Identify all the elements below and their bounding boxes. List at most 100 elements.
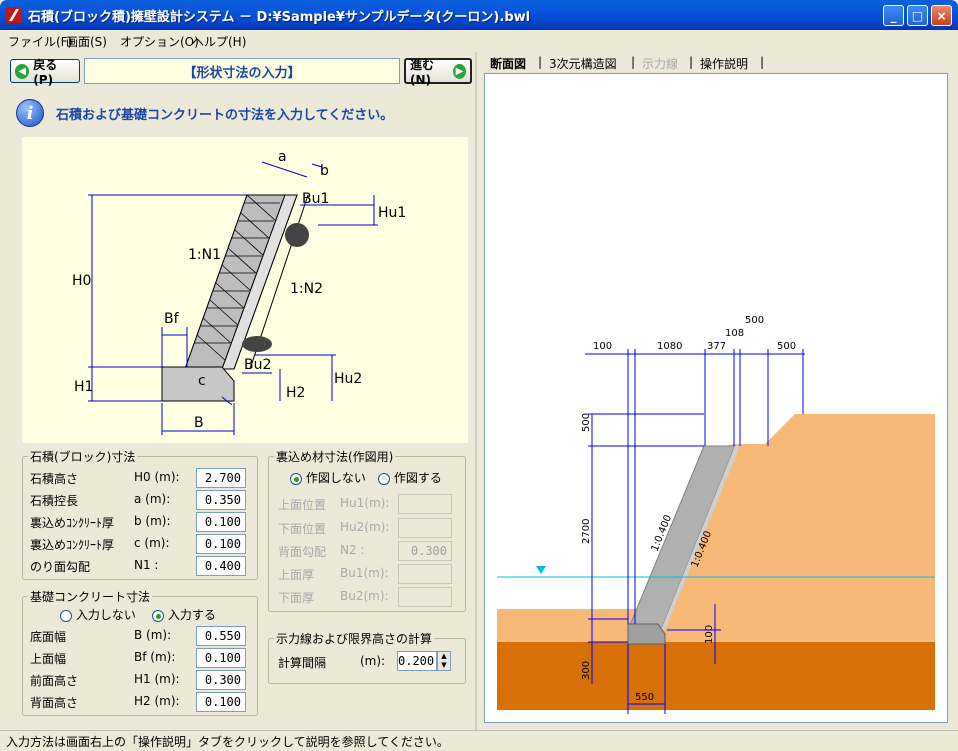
menu-file[interactable]: ファイル(F): [8, 33, 72, 50]
instruction-text: 石積および基礎コンクリートの寸法を入力してください。: [56, 108, 394, 123]
foundation-row-symbol: Bf (m):: [134, 650, 176, 664]
diagram-gravel-top: [285, 223, 309, 247]
wall-foundation: [627, 623, 666, 645]
back-height-input[interactable]: 0.100: [196, 692, 246, 712]
tab-force-line[interactable]: 示力線: [642, 55, 678, 72]
dim-1080: 1080: [657, 341, 682, 352]
back-button[interactable]: ◀ 戻る(P): [10, 58, 80, 87]
stone-row-label: 裏込めｺﾝｸﾘｰﾄ厚: [30, 516, 115, 530]
info-icon: i: [16, 99, 44, 127]
label-h2: H2: [286, 385, 305, 401]
label-bf: Bf: [164, 311, 180, 327]
radio-foundation-yes[interactable]: [152, 609, 164, 622]
stone-depth-input[interactable]: 0.350: [196, 490, 246, 510]
menu-options[interactable]: オプション(O): [120, 33, 199, 50]
dim-500-vertical: 500: [581, 413, 592, 432]
backfill-row-symbol: Bu1(m):: [340, 566, 389, 580]
calc-interval-input[interactable]: 0.200: [397, 651, 437, 671]
minimize-button[interactable]: _: [883, 5, 904, 26]
foundation-radio-no[interactable]: 入力しない: [60, 606, 136, 623]
label-n2: 1:N2: [290, 281, 323, 297]
radio-backfill-yes-label: 作図する: [393, 471, 442, 485]
status-bar: 入力方法は画面右上の「操作説明」タブをクリックして説明を参照してください。: [0, 730, 958, 751]
dim-2700: 2700: [581, 519, 592, 544]
backfill-row-label: 下面厚: [278, 591, 315, 605]
dim-377: 377: [707, 341, 726, 352]
label-bu2: Bu2: [244, 357, 271, 373]
backfill-row-label: 背面勾配: [278, 545, 327, 559]
close-icon: ×: [936, 8, 947, 23]
close-button[interactable]: ×: [931, 5, 952, 26]
calc-group-title: 示力線および限界高さの計算: [274, 630, 435, 647]
tab-section[interactable]: 断面図: [490, 55, 526, 72]
calc-interval-spinner[interactable]: ▲ ▼: [437, 651, 451, 671]
stone-row-symbol: b (m):: [134, 514, 171, 528]
stone-row-symbol: c (m):: [134, 536, 170, 550]
front-height-input[interactable]: 0.300: [196, 670, 246, 690]
backfill-row-label: 上面厚: [278, 568, 315, 582]
backfill-row-symbol: N2 :: [340, 543, 365, 557]
backfill-radio-no[interactable]: 作図しない: [290, 469, 366, 486]
base-width-input[interactable]: 0.550: [196, 626, 246, 646]
stone-row-label: のり面勾配: [30, 560, 91, 574]
radio-foundation-yes-label: 入力する: [167, 608, 216, 622]
menu-help[interactable]: ヘルプ(H): [192, 33, 246, 50]
hu1-input[interactable]: [398, 494, 452, 514]
radio-backfill-no[interactable]: [290, 472, 302, 485]
next-button-label: 進む(N): [410, 57, 435, 87]
backfill-row-symbol: Hu1(m):: [340, 496, 390, 510]
tab-separator: |: [760, 55, 765, 69]
stone-row-label: 石積高さ: [30, 472, 79, 486]
foundation-row-label: 上面幅: [30, 652, 67, 666]
section-view[interactable]: 100 1080 377 108 500 500 500 2700 300 10…: [484, 73, 948, 723]
label-hu2: Hu2: [334, 371, 362, 387]
label-b: b: [320, 163, 329, 179]
backfill-row-label: 下面位置: [278, 522, 327, 536]
tab-instructions[interactable]: 操作説明: [700, 55, 748, 72]
label-h0: H0: [72, 273, 91, 289]
slope-n1-input[interactable]: 0.400: [196, 556, 246, 576]
maximize-icon: □: [911, 8, 924, 23]
tab-separator: |: [631, 55, 636, 69]
bu2-input[interactable]: [398, 587, 452, 607]
foundation-row-symbol: H1 (m):: [134, 672, 180, 686]
label-c: c: [198, 373, 206, 389]
water-level-icon: [536, 566, 546, 574]
soil-lower: [497, 642, 935, 710]
shape-diagram-panel: a b Bu1 Hu1 H0 1:N1 1:N2 Bf Bu2 Hu2 H1 H…: [22, 137, 468, 443]
backfill-concrete-b-input[interactable]: 0.100: [196, 512, 246, 532]
stone-height-input[interactable]: 2.700: [196, 468, 246, 488]
label-bu1: Bu1: [302, 191, 329, 207]
menu-screen[interactable]: 画面(S): [66, 33, 107, 50]
n2-input[interactable]: 0.300: [398, 541, 452, 561]
backfill-radio-yes[interactable]: 作図する: [378, 469, 442, 486]
maximize-button[interactable]: □: [907, 5, 928, 26]
foundation-row-symbol: B (m):: [134, 628, 172, 642]
backfill-concrete-c-input[interactable]: 0.100: [196, 534, 246, 554]
backfill-group-title: 裏込め材寸法(作図用): [274, 448, 396, 465]
label-hu1: Hu1: [378, 205, 406, 221]
spin-up-icon[interactable]: ▲: [438, 652, 450, 661]
window-title: 石積(ブロック積)擁壁設計システム － D:¥Sample¥サンプルデータ(クー…: [28, 10, 531, 25]
radio-foundation-no[interactable]: [60, 609, 72, 622]
spin-down-icon[interactable]: ▼: [438, 661, 450, 670]
radio-backfill-yes[interactable]: [378, 472, 390, 485]
label-h1: H1: [74, 379, 93, 395]
splitter[interactable]: [475, 52, 477, 730]
dim-108: 108: [725, 328, 744, 339]
foundation-row-label: 背面高さ: [30, 696, 79, 710]
foundation-row-symbol: H2 (m):: [134, 694, 180, 708]
arrow-left-icon: ◀: [15, 63, 30, 79]
next-button[interactable]: 進む(N) ▶: [404, 57, 472, 87]
foundation-group-title: 基礎コンクリート寸法: [28, 588, 153, 605]
hu2-input[interactable]: [398, 518, 452, 538]
dim-500-right: 500: [777, 341, 796, 352]
tab-3d[interactable]: 3次元構造図: [549, 55, 617, 72]
bu1-input[interactable]: [398, 564, 452, 584]
dim-550: 550: [635, 692, 654, 703]
back-button-label: 戻る(P): [33, 57, 58, 87]
shape-diagram: a b Bu1 Hu1 H0 1:N1 1:N2 Bf Bu2 Hu2 H1 H…: [72, 149, 406, 435]
backfill-row-label: 上面位置: [278, 498, 327, 512]
foundation-radio-yes[interactable]: 入力する: [152, 606, 216, 623]
top-width-input[interactable]: 0.100: [196, 648, 246, 668]
